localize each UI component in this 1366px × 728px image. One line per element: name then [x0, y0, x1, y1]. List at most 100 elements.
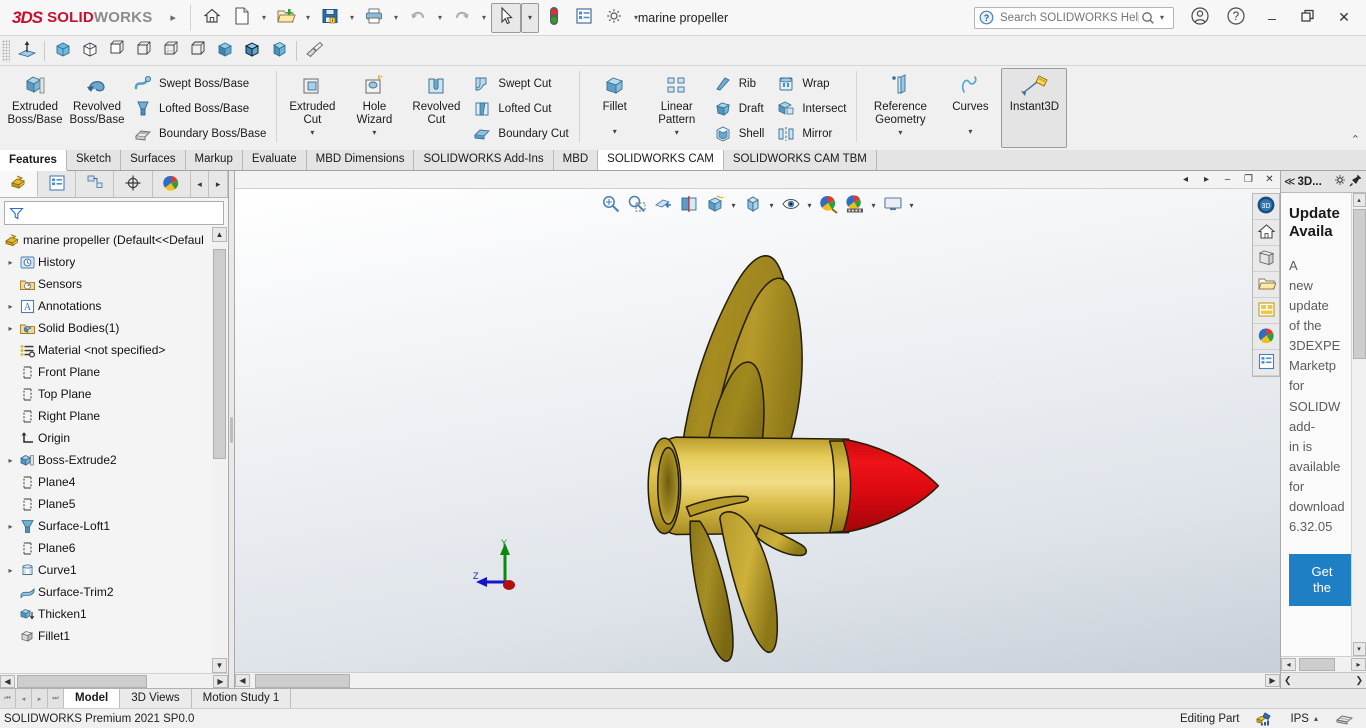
open-document-button[interactable] — [271, 3, 301, 33]
3dexperience-button[interactable]: 3D — [1253, 194, 1279, 220]
task-pane-hscroll-thumb[interactable] — [1299, 658, 1335, 671]
tab-mbd-dimensions[interactable]: MBD Dimensions — [306, 149, 415, 170]
bottom-tab-3d-views[interactable]: 3D Views — [120, 689, 192, 708]
hidden-lines-visible-button[interactable] — [157, 38, 184, 64]
display-style-caret[interactable]: ▾ — [765, 201, 777, 210]
revolved-boss-base-button[interactable]: Revolved Boss/Base — [66, 68, 128, 128]
search-dropdown-caret[interactable]: ▾ — [1155, 13, 1169, 22]
undo-button[interactable] — [403, 3, 433, 33]
instant3d-button[interactable]: Instant3D — [1001, 68, 1068, 148]
marine-propeller-model[interactable] — [235, 189, 1280, 672]
tree-item-origin[interactable]: Origin — [0, 427, 228, 449]
solidworks-logo[interactable]: 3DS SOLID WORKS — [0, 0, 162, 35]
tree-item-history[interactable]: ▸ History — [0, 251, 228, 273]
save-caret[interactable]: ▾ — [345, 13, 359, 22]
feature-tree-filter[interactable] — [4, 201, 224, 225]
fm-tab-display-manager[interactable] — [152, 171, 191, 197]
tab-surfaces[interactable]: Surfaces — [121, 149, 186, 170]
task-pane-footer-prev[interactable]: ❮ — [1284, 675, 1292, 686]
tree-item-plane6[interactable]: Plane6 — [0, 537, 228, 559]
viewport-restore-button[interactable]: ❐ — [1238, 171, 1259, 188]
bottom-tab-model[interactable]: Model — [64, 689, 121, 708]
isometric-view-button[interactable] — [49, 38, 76, 64]
task-pane-collapse-button[interactable]: ≪ — [1284, 175, 1296, 188]
revolved-cut-button[interactable]: Revolved Cut — [405, 68, 467, 128]
rib-button[interactable]: Rib — [708, 71, 772, 96]
swept-cut-button[interactable]: Swept Cut — [467, 71, 575, 96]
viewport-scroll-left[interactable]: ◀ — [235, 674, 250, 687]
tree-item-surface-trim2[interactable]: Surface-Trim2 — [0, 581, 228, 603]
display-style-button[interactable] — [739, 192, 765, 218]
restore-button[interactable] — [1290, 3, 1326, 33]
hide-show-items-button[interactable] — [777, 192, 803, 218]
task-pane-vscrollbar[interactable]: ▴ ▾ — [1351, 193, 1366, 656]
tree-item-plane4[interactable]: Plane4 — [0, 471, 228, 493]
section-view-button[interactable] — [675, 192, 701, 218]
feature-tree-scroll-up[interactable]: ▲ — [212, 227, 227, 242]
new-document-caret[interactable]: ▾ — [257, 13, 271, 22]
task-pane-scroll-down[interactable]: ▾ — [1352, 642, 1366, 656]
lofted-boss-base-button[interactable]: Lofted Boss/Base — [128, 96, 273, 121]
fm-tab-property-manager[interactable] — [38, 171, 77, 197]
hole-wizard-dropdown[interactable]: ▾ — [372, 128, 376, 138]
select-tool-button[interactable] — [491, 2, 522, 33]
apply-scene-button[interactable] — [842, 192, 868, 218]
close-button[interactable]: ✕ — [1326, 3, 1362, 33]
lofted-cut-button[interactable]: Lofted Cut — [467, 96, 575, 121]
perspective-button[interactable] — [265, 38, 292, 64]
viewport-layout-button[interactable] — [880, 192, 906, 218]
solid-bodies-expander[interactable]: ▸ — [4, 324, 17, 333]
tab-nav-prev[interactable]: ◂ — [16, 689, 32, 708]
tab-solidworks-cam[interactable]: SOLIDWORKS CAM — [598, 149, 724, 170]
reference-plane-button[interactable] — [13, 38, 40, 64]
tab-features[interactable]: Features — [0, 150, 67, 171]
swept-boss-base-button[interactable]: Swept Boss/Base — [128, 71, 273, 96]
shaded-with-edges-button[interactable] — [238, 38, 265, 64]
custom-properties-button[interactable] — [1253, 350, 1279, 376]
tree-item-thicken1[interactable]: Thicken1 — [0, 603, 228, 625]
undo-caret[interactable]: ▾ — [433, 13, 447, 22]
feature-tree-scroll-right[interactable]: ▶ — [213, 674, 228, 688]
get-the-update-button[interactable]: Get the — [1289, 553, 1351, 607]
hide-show-items-caret[interactable]: ▾ — [803, 201, 815, 210]
viewport-minimize-button[interactable]: – — [1217, 171, 1238, 188]
section-view-toolbar-button[interactable] — [301, 38, 328, 64]
draft-button[interactable]: Draft — [708, 96, 772, 121]
task-pane-settings-button[interactable] — [1333, 173, 1347, 190]
wrap-button[interactable]: Wrap — [771, 71, 853, 96]
toolbar-grip[interactable] — [2, 39, 10, 62]
tree-item-plane5[interactable]: Plane5 — [0, 493, 228, 515]
tree-item-solid-bodies[interactable]: ▸ Solid Bodies(1) — [0, 317, 228, 339]
feature-tree-scroll-left[interactable]: ◀ — [0, 674, 15, 688]
tree-item-material[interactable]: Material <not specified> — [0, 339, 228, 361]
units-group[interactable]: IPS ▴ — [1290, 713, 1318, 725]
tab-mbd[interactable]: MBD — [553, 149, 599, 170]
fm-tab-prev-button[interactable]: ◂ — [190, 171, 210, 197]
tree-item-surface-loft1[interactable]: ▸ Surface-Loft1 — [0, 515, 228, 537]
boss-extrude2-expander[interactable]: ▸ — [4, 456, 17, 465]
account-button[interactable] — [1182, 3, 1218, 33]
tab-sketch[interactable]: Sketch — [66, 149, 122, 170]
extruded-boss-base-button[interactable]: Extruded Boss/Base — [4, 68, 66, 128]
tab-nav-last[interactable]: ⏭ — [48, 689, 64, 708]
print-button[interactable] — [359, 3, 389, 33]
viewport-next-button[interactable]: ▸ — [1196, 171, 1217, 188]
hole-wizard-button[interactable]: Hole Wizard ▾ — [343, 68, 405, 139]
options-button[interactable] — [599, 3, 629, 33]
tree-item-boss-extrude2[interactable]: ▸ Boss-Extrude2 — [0, 449, 228, 471]
bottom-tab-motion-study[interactable]: Motion Study 1 — [192, 689, 292, 708]
print-caret[interactable]: ▾ — [389, 13, 403, 22]
open-document-caret[interactable]: ▾ — [301, 13, 315, 22]
units-caret[interactable]: ▴ — [1314, 714, 1318, 723]
help-button[interactable]: ? — [1218, 3, 1254, 33]
viewport-hscroll-thumb[interactable] — [255, 673, 350, 688]
trimetric-view-button[interactable] — [76, 38, 103, 64]
tree-item-top-plane[interactable]: Top Plane — [0, 383, 228, 405]
tab-nav-first[interactable]: ⏮ — [0, 689, 16, 708]
task-pane-scroll-left[interactable]: ◂ — [1281, 658, 1296, 671]
zoom-to-area-button[interactable] — [623, 192, 649, 218]
viewport-prev-button[interactable]: ◂ — [1175, 171, 1196, 188]
zoom-to-fit-button[interactable] — [597, 192, 623, 218]
tangent-edges-icon[interactable] — [1336, 711, 1354, 726]
task-pane-scroll-right[interactable]: ▸ — [1351, 658, 1366, 671]
